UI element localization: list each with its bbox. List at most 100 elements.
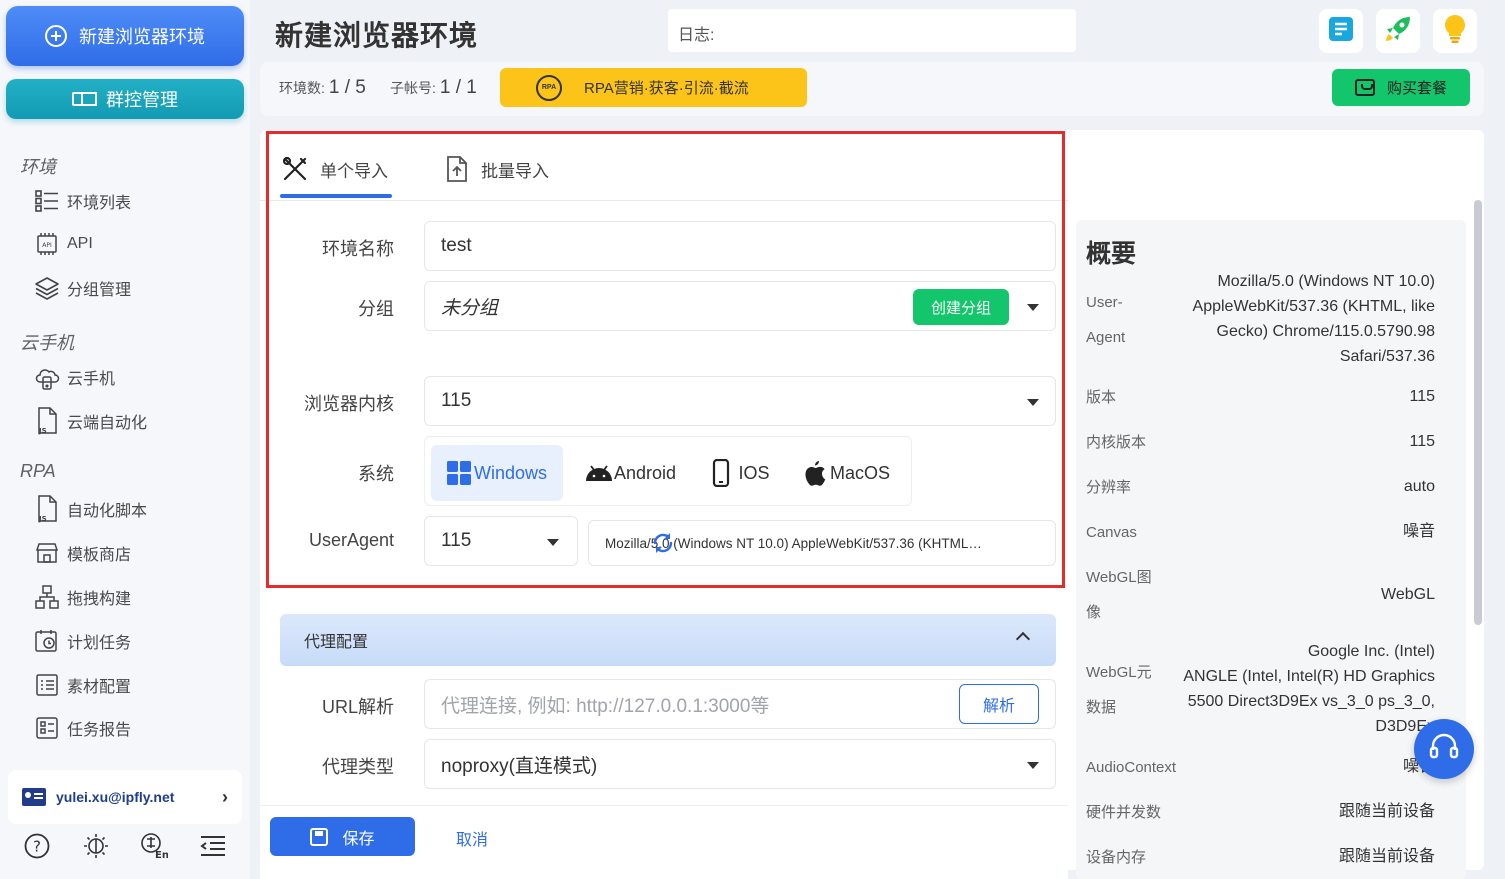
sidebar-item-label: 素材配置 [67, 679, 132, 696]
sidebar-item-drag-build[interactable]: 拖拽构建 [34, 581, 131, 613]
new-browser-env-label: 新建浏览器环境 [79, 27, 205, 47]
sub-account-count: 子帐号: 1 / 1 [390, 77, 477, 99]
overview-value-line: 5500 Direct3D9Ex vs_3_0 ps_3_0, [1187, 693, 1435, 710]
tab-single-import[interactable]: 单个导入 [282, 156, 388, 182]
overview-value-line: Safari/537.36 [1339, 348, 1435, 365]
env-count: 环境数: 1 / 5 [279, 77, 366, 99]
tab-label: 批量导入 [481, 161, 549, 181]
log-field[interactable]: 日志: [668, 9, 1076, 52]
theme-toggle-icon[interactable] [82, 832, 110, 860]
os-option-ios[interactable]: IOS [701, 445, 781, 501]
nav-section-env: 环境 [20, 157, 56, 177]
os-option-label: IOS [738, 462, 770, 483]
headset-icon [1428, 732, 1460, 767]
sidebar-item-cloud-automation[interactable]: JS 云端自动化 [34, 405, 147, 437]
rocket-icon [1383, 14, 1413, 49]
sidebar-item-template-store[interactable]: 模板商店 [34, 537, 131, 569]
tab-label: 单个导入 [320, 161, 388, 181]
save-button[interactable]: 保存 [270, 817, 415, 856]
help-icon[interactable]: ? [23, 832, 51, 860]
file-upload-icon [445, 156, 469, 182]
tips-button[interactable] [1433, 9, 1477, 53]
active-tab-indicator [280, 194, 392, 198]
group-select[interactable]: 未分组 创建分组 [424, 281, 1056, 331]
android-icon [584, 464, 614, 482]
sidebar-item-group-manage[interactable]: 分组管理 [34, 272, 131, 304]
overview-scrollbar[interactable] [1474, 200, 1482, 625]
cancel-button[interactable]: 取消 [456, 826, 488, 850]
sidebar-item-label: 模板商店 [67, 547, 132, 564]
overview-value-line: Gecko) Chrome/115.0.5790.98 [1216, 323, 1436, 340]
tools-icon [282, 156, 308, 182]
overview-value: 115 [1409, 388, 1435, 405]
kernel-select[interactable]: 115 [424, 376, 1056, 426]
overview-value: auto [1403, 478, 1435, 495]
create-group-button[interactable]: 创建分组 [913, 289, 1009, 325]
sidebar-item-cloud-phone[interactable]: 云手机 [34, 361, 115, 393]
sidebar-item-task-report[interactable]: 任务报告 [34, 712, 131, 744]
chevron-right-icon: › [222, 786, 228, 807]
parse-button[interactable]: 解析 [959, 684, 1039, 724]
ua-input[interactable]: Mozilla/5.0 (Windows NT 10.0) AppleWebKi… [588, 520, 1056, 566]
group-control-label: 群控管理 [106, 90, 178, 110]
group-control-button[interactable]: 群控管理 [6, 79, 244, 119]
overview-value: 跟随当前设备 [1338, 803, 1435, 820]
sidebar-item-label: 分组管理 [67, 282, 132, 299]
rpa-banner[interactable]: RPA RPA营销·获客·引流·截流 [500, 68, 807, 107]
kernel-value: 115 [441, 390, 472, 411]
tab-batch-import[interactable]: 批量导入 [445, 156, 549, 182]
overview-value: 115 [1409, 433, 1435, 450]
os-option-windows[interactable]: Windows [431, 445, 563, 501]
sub-account-label: 子帐号: [390, 80, 436, 96]
ua-version-select[interactable]: 115 [424, 516, 578, 566]
proxy-type-label: 代理类型 [322, 757, 394, 777]
monitors-icon [72, 92, 97, 106]
store-icon [34, 540, 60, 566]
document-icon [1328, 16, 1354, 47]
language-icon[interactable]: En [140, 832, 168, 860]
user-email: yulei.xu@ipfly.net [56, 789, 175, 805]
overview-key: 设备内存 [1086, 849, 1147, 866]
proxy-config-title: 代理配置 [304, 634, 369, 651]
proxy-url-input[interactable]: 代理连接, 例如: http://127.0.0.1:3000等 解析 [424, 679, 1056, 729]
rpa-banner-text: RPA营销·获客·引流·截流 [584, 80, 749, 97]
hierarchy-icon [34, 584, 60, 610]
overview-value: WebGL [1381, 586, 1435, 603]
sidebar-item-api[interactable]: API API [34, 228, 93, 260]
os-option-label: Android [613, 462, 677, 483]
os-option-android[interactable]: Android [575, 445, 685, 501]
os-option-label: Windows [473, 462, 548, 483]
proxy-type-select[interactable]: noproxy(直连模式) [424, 739, 1056, 789]
sidebar-item-label: 云端自动化 [67, 415, 148, 432]
rocket-button[interactable] [1376, 9, 1420, 53]
shopping-bag-icon [1354, 79, 1375, 96]
overview-value: 跟随当前设备 [1338, 848, 1435, 865]
customer-support-button[interactable] [1414, 719, 1474, 779]
sidebar-item-automation-script[interactable]: JS 自动化脚本 [34, 493, 147, 525]
js-file-icon: JS [34, 407, 60, 435]
sidebar-item-env-list[interactable]: 环境列表 [34, 185, 131, 217]
user-account-card[interactable]: yulei.xu@ipfly.net › [8, 770, 242, 824]
os-option-macos[interactable]: MacOS [797, 445, 897, 501]
refresh-icon[interactable] [651, 531, 1031, 558]
kernel-label: 浏览器内核 [304, 394, 394, 414]
svg-text:JS: JS [38, 515, 47, 523]
report-icon [34, 715, 60, 741]
sub-account-value: 1 / 1 [439, 77, 477, 98]
buy-package-button[interactable]: 购买套餐 [1332, 69, 1470, 106]
log-label: 日志: [678, 27, 715, 44]
save-icon [310, 827, 329, 846]
sidebar-item-material-config[interactable]: 素材配置 [34, 669, 131, 701]
doc-button[interactable] [1319, 9, 1363, 53]
svg-text:?: ? [33, 838, 41, 856]
env-name-input[interactable]: test [424, 221, 1056, 271]
os-option-label: MacOS [829, 462, 890, 483]
tabs-divider [260, 200, 1068, 201]
proxy-config-header[interactable]: 代理配置 [280, 614, 1056, 666]
collapse-menu-icon[interactable] [199, 832, 227, 860]
phone-icon [712, 459, 730, 487]
os-selector: Windows Android IOS MacOS [424, 436, 912, 506]
sidebar-item-scheduled-task[interactable]: 计划任务 [34, 625, 131, 657]
overview-key: AudioContext [1086, 759, 1177, 776]
new-browser-env-button[interactable]: 新建浏览器环境 [6, 6, 244, 66]
